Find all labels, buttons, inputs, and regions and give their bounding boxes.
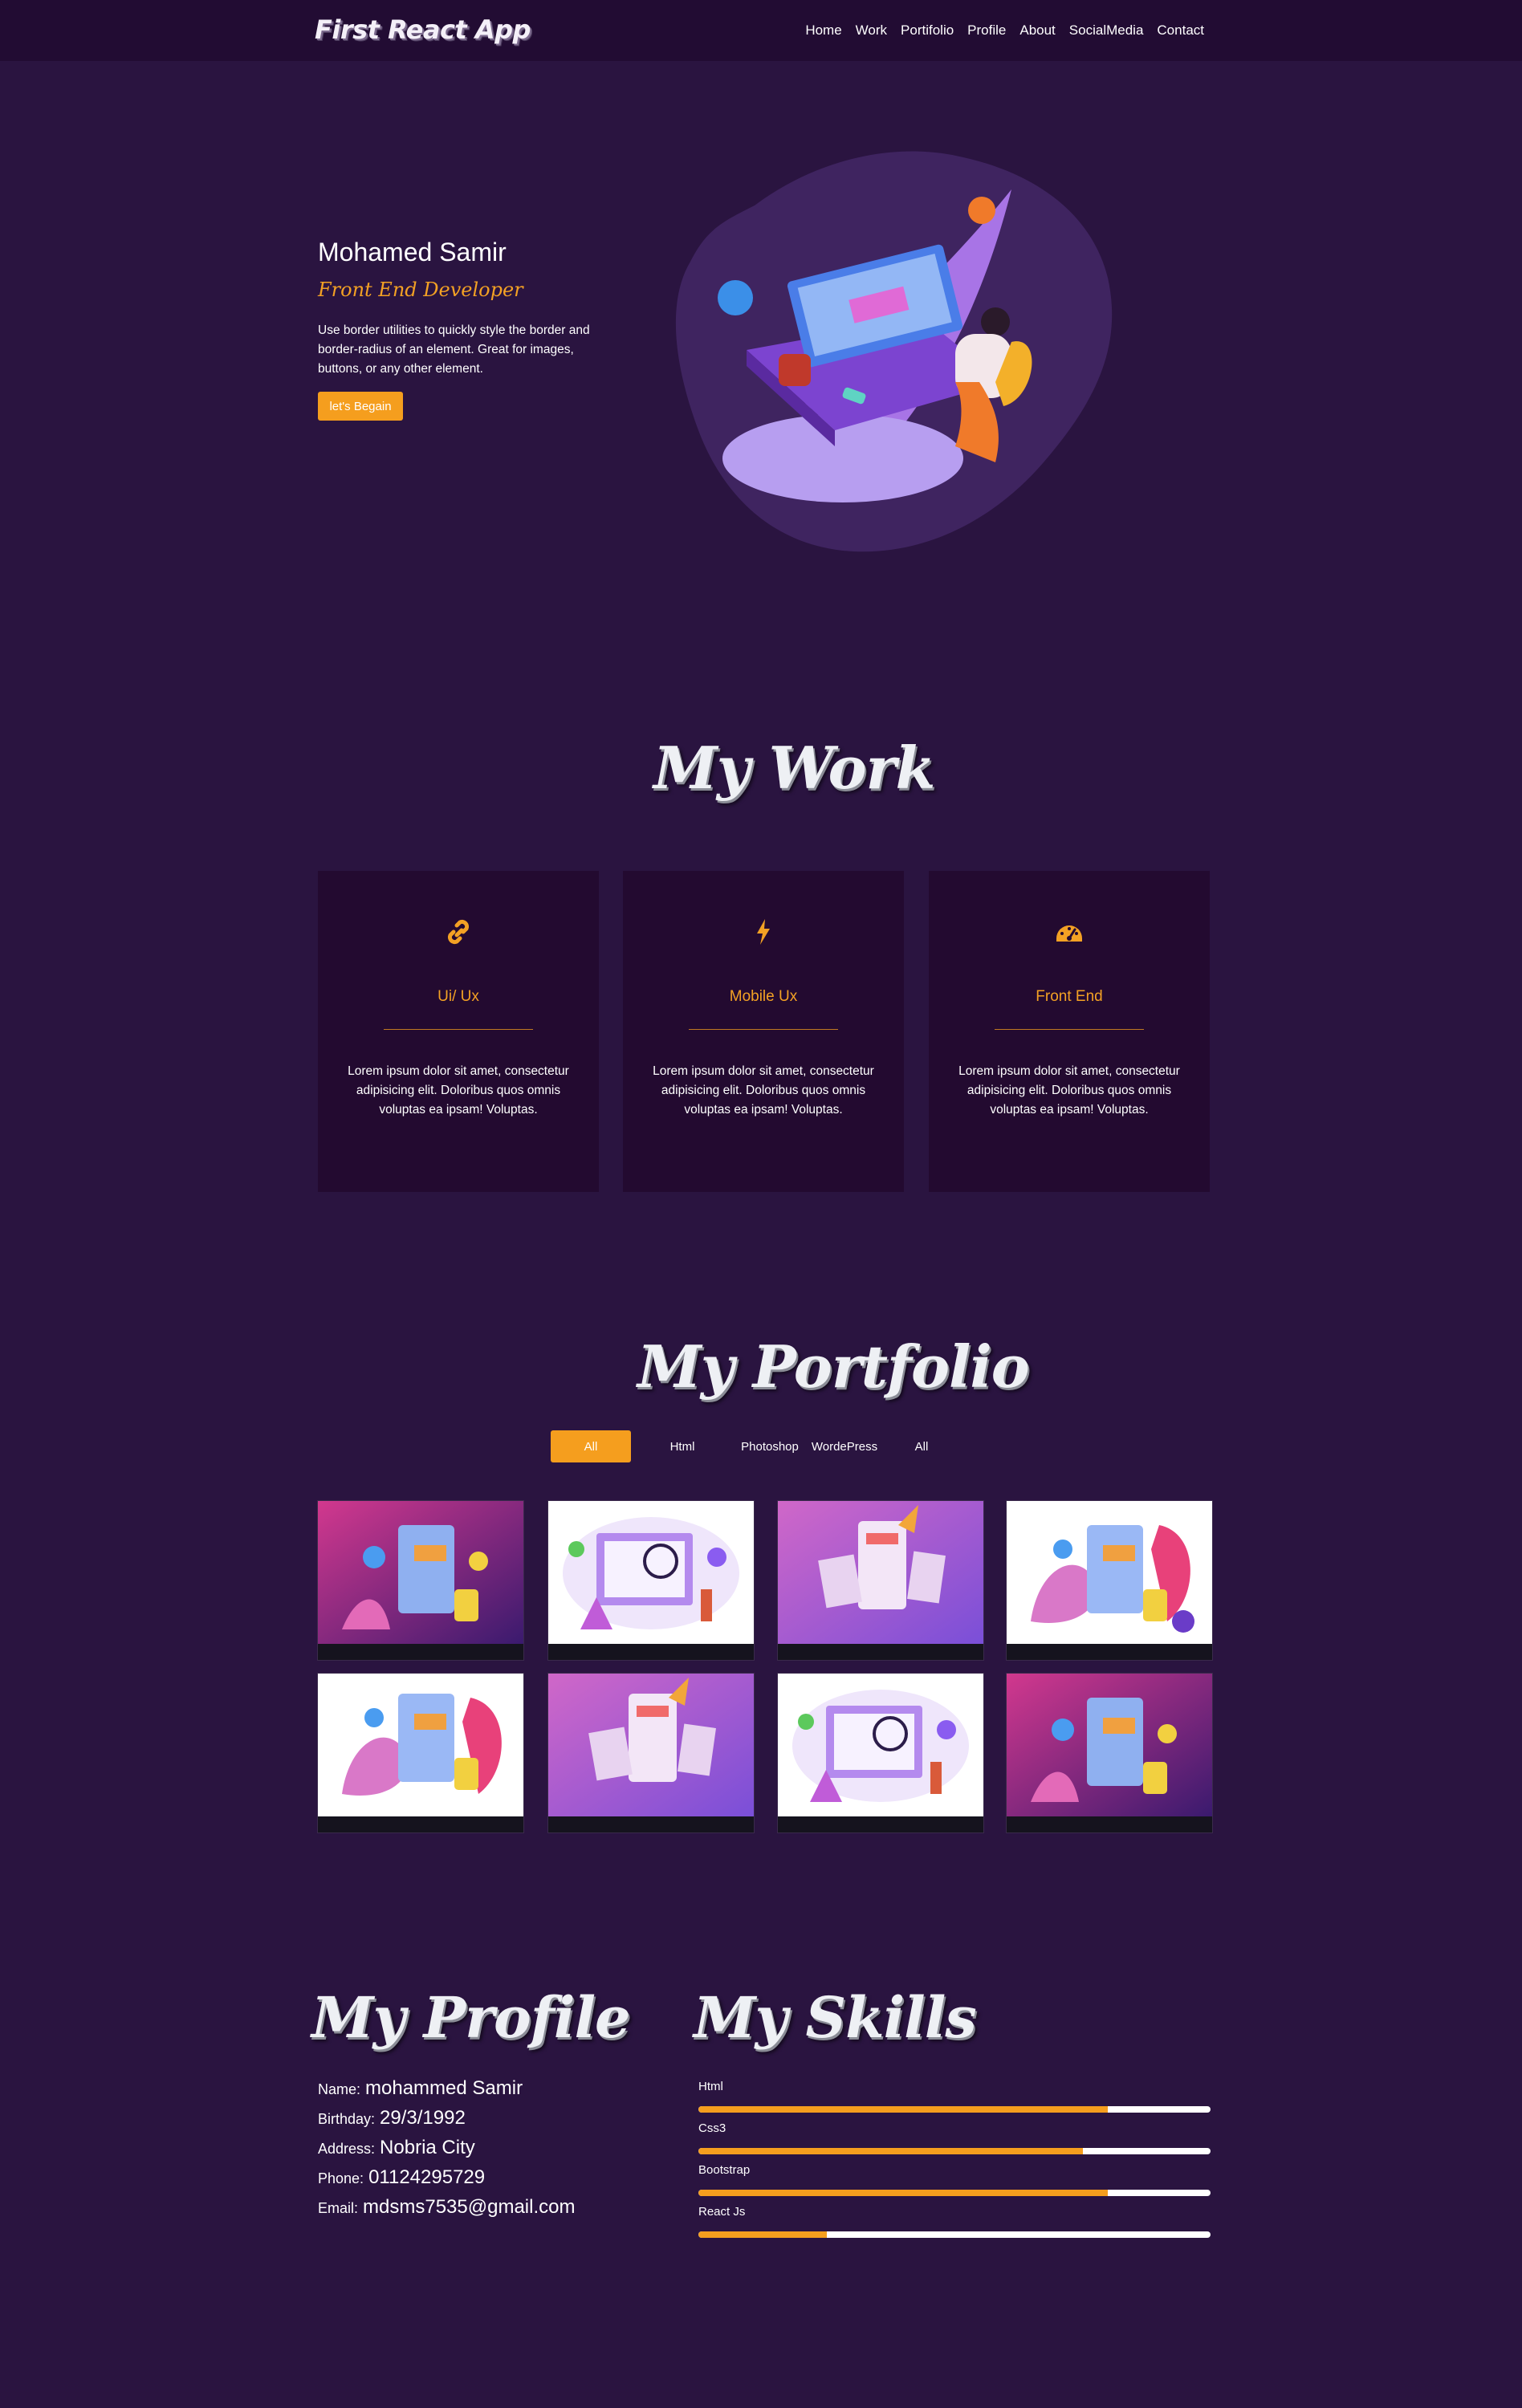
skill-label: Css3 (698, 2121, 726, 2135)
hero-role: Front End Developer (318, 279, 523, 301)
bolt-icon (757, 919, 770, 945)
card-divider (689, 1029, 838, 1030)
portfolio-item[interactable] (1007, 1501, 1212, 1660)
profile-label: Birthday: (318, 2111, 376, 2127)
profile-row: Address: Nobria City (318, 2137, 575, 2166)
skill-progress-bar (698, 2148, 1211, 2154)
skill-progress-bar (698, 2106, 1211, 2113)
skill-progress-bar (698, 2190, 1211, 2196)
begin-button[interactable]: let's Begain (318, 392, 403, 421)
portfolio-filters: All Html Photoshop WordePress All (551, 1430, 960, 1462)
profile-label: Phone: (318, 2170, 364, 2186)
profile-birthday: 29/3/1992 (380, 2107, 466, 2129)
skill-progress-bar (698, 2231, 1211, 2238)
skills-section-title: My Skills (694, 1984, 977, 2051)
skill-label: Html (698, 2080, 723, 2093)
card-divider (384, 1029, 533, 1030)
work-card: Mobile Ux Lorem ipsum dolor sit amet, co… (623, 871, 904, 1192)
profile-row: Phone: 01124295729 (318, 2166, 575, 2196)
card-title: Front End (1036, 988, 1103, 1005)
profile-section-title: My Profile (311, 1984, 631, 2051)
filter-html[interactable]: Html (631, 1430, 734, 1462)
portfolio-item[interactable] (778, 1674, 983, 1832)
work-card: Front End Lorem ipsum dolor sit amet, co… (929, 871, 1210, 1192)
profile-email: mdsms7535@gmail.com (363, 2196, 576, 2218)
portfolio-item[interactable] (318, 1674, 523, 1832)
skill-progress-fill (698, 2190, 1109, 2196)
card-divider (995, 1029, 1144, 1030)
nav-links: Home Work Portifolio Profile About Socia… (805, 22, 1204, 39)
nav-link-portfolio[interactable]: Portifolio (901, 22, 954, 39)
card-text: Lorem ipsum dolor sit amet, consectetur … (348, 1064, 569, 1117)
hero-name: Mohamed Samir (318, 238, 507, 266)
profile-phone: 01124295729 (368, 2166, 486, 2188)
profile-name: mohammed Samir (365, 2077, 523, 2099)
skill-item: React Js (698, 2205, 1211, 2238)
link-icon (447, 919, 470, 945)
filter-wordpress[interactable]: WordePress (806, 1430, 883, 1462)
nav-link-profile[interactable]: Profile (967, 22, 1006, 39)
skill-label: Bootstrap (698, 2163, 751, 2177)
portfolio-item[interactable] (318, 1501, 523, 1660)
brand-logo[interactable]: First React App (315, 14, 531, 45)
portfolio-section-title: My Portfolio (637, 1332, 1030, 1401)
nav-link-work[interactable]: Work (856, 22, 887, 39)
profile-label: Name: (318, 2081, 361, 2097)
card-text: Lorem ipsum dolor sit amet, consectetur … (653, 1064, 874, 1117)
navbar: First React App Home Work Portifolio Pro… (0, 0, 1522, 61)
skill-item: Css3 (698, 2121, 1211, 2154)
nav-link-socialmedia[interactable]: SocialMedia (1069, 22, 1144, 39)
skill-progress-fill (698, 2106, 1109, 2113)
skill-progress-fill (698, 2148, 1083, 2154)
tachometer-icon (1056, 925, 1082, 942)
filter-all[interactable]: All (551, 1430, 631, 1462)
nav-link-home[interactable]: Home (805, 22, 841, 39)
profile-row: Email: mdsms7535@gmail.com (318, 2196, 575, 2226)
profile-row: Name: mohammed Samir (318, 2077, 575, 2107)
card-text: Lorem ipsum dolor sit amet, consectetur … (958, 1064, 1180, 1117)
card-title: Mobile Ux (729, 988, 798, 1005)
skill-label: React Js (698, 2205, 746, 2219)
profile-label: Address: (318, 2141, 376, 2157)
work-card: Ui/ Ux Lorem ipsum dolor sit amet, conse… (318, 871, 599, 1192)
filter-all-2[interactable]: All (883, 1430, 960, 1462)
hero-description: Use border utilities to quickly style th… (318, 323, 590, 376)
skill-item: Bootstrap (698, 2163, 1211, 2196)
profile-row: Birthday: 29/3/1992 (318, 2107, 575, 2137)
skill-progress-fill (698, 2231, 827, 2238)
portfolio-item[interactable] (778, 1501, 983, 1660)
nav-link-contact[interactable]: Contact (1157, 22, 1204, 39)
hero-illustration (658, 141, 1124, 567)
profile-label: Email: (318, 2200, 359, 2216)
portfolio-item[interactable] (548, 1674, 754, 1832)
portfolio-item[interactable] (1007, 1674, 1212, 1832)
filter-photoshop[interactable]: Photoshop (734, 1430, 806, 1462)
profile-address: Nobria City (380, 2137, 475, 2158)
profile-details: Name: mohammed Samir Birthday: 29/3/1992… (318, 2077, 575, 2226)
work-section-title: My Work (653, 734, 935, 802)
nav-link-about[interactable]: About (1019, 22, 1055, 39)
portfolio-item[interactable] (548, 1501, 754, 1660)
skill-item: Html (698, 2080, 1211, 2113)
card-title: Ui/ Ux (437, 988, 479, 1005)
